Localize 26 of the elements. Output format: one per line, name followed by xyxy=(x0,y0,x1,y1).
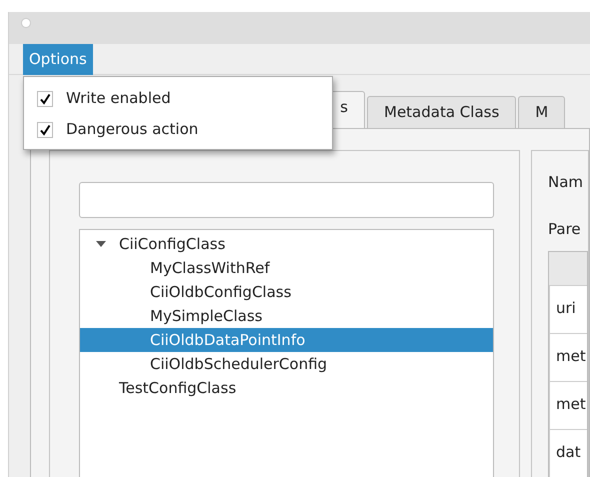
table-cell: dat xyxy=(549,430,587,477)
tree-item[interactable]: TestConfigClass xyxy=(80,376,493,400)
table-cell: met xyxy=(549,334,587,382)
table-cell: met xyxy=(549,382,587,430)
option-label: Dangerous action xyxy=(66,119,198,140)
field-label: Pare xyxy=(548,219,582,240)
tree-item[interactable]: MyClassWithRef xyxy=(80,256,493,280)
checkbox[interactable] xyxy=(37,122,53,138)
check-icon xyxy=(39,124,51,136)
menu-item[interactable]: Options xyxy=(23,44,93,75)
tree-item[interactable]: CiiConfigClass xyxy=(80,232,493,256)
expand-arrow-icon[interactable] xyxy=(96,241,106,247)
search-field[interactable] xyxy=(79,182,494,218)
check-icon xyxy=(39,92,51,104)
option-label: Write enabled xyxy=(66,88,171,110)
tree-item[interactable]: CiiOldbConfigClass xyxy=(80,280,493,304)
checkbox[interactable] xyxy=(37,90,53,106)
table-cell: uri xyxy=(549,286,587,334)
tree-item[interactable]: CiiOldbDataPointInfo xyxy=(80,328,493,352)
tree-item[interactable]: CiiOldbSchedulerConfig xyxy=(80,352,493,376)
tab[interactable]: Metadata Class xyxy=(367,96,516,128)
menu-option[interactable]: Write enabled xyxy=(24,83,332,114)
tree-item[interactable]: MySimpleClass xyxy=(80,304,493,328)
tab[interactable]: M xyxy=(518,96,566,128)
field-label: Nam xyxy=(548,172,584,193)
menu-option[interactable]: Dangerous action xyxy=(24,114,332,145)
